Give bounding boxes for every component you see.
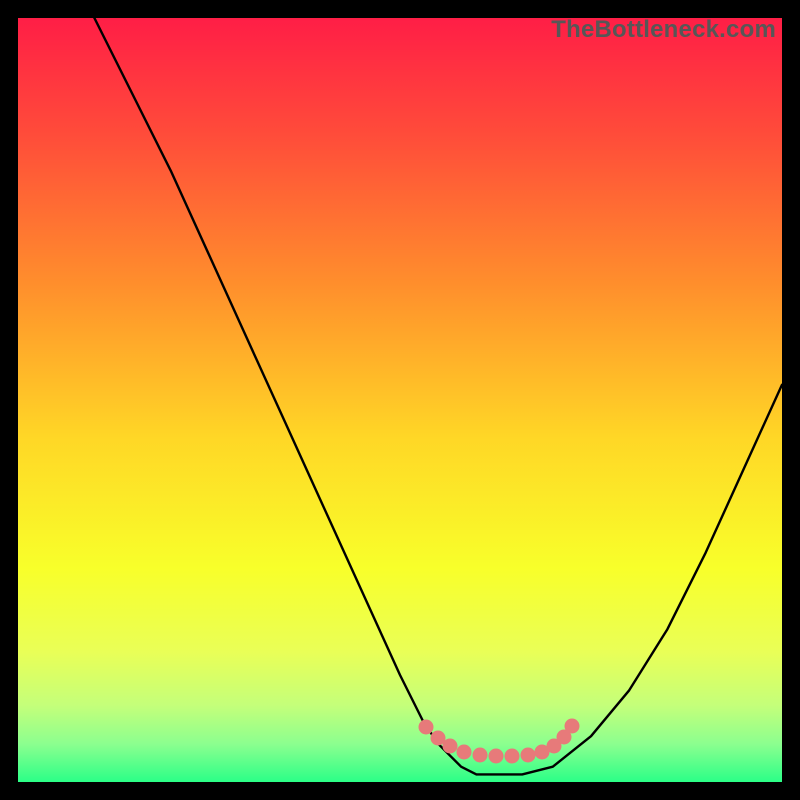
optimal-marker xyxy=(521,748,536,763)
optimal-marker xyxy=(443,739,458,754)
chart-frame: TheBottleneck.com xyxy=(18,18,782,782)
bottleneck-chart xyxy=(18,18,782,782)
optimal-marker xyxy=(419,720,434,735)
optimal-marker xyxy=(473,748,488,763)
optimal-marker xyxy=(457,745,472,760)
optimal-marker xyxy=(565,719,580,734)
optimal-marker xyxy=(489,749,504,764)
optimal-marker xyxy=(505,749,520,764)
gradient-background xyxy=(18,18,782,782)
